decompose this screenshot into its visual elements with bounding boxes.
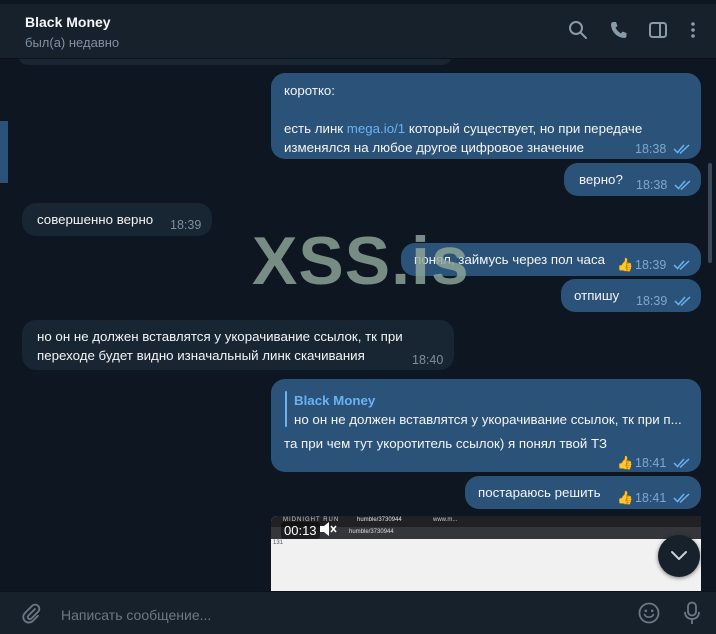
video-address: humble/3730944 xyxy=(349,529,394,535)
chat-status: был(а) недавно xyxy=(25,35,120,50)
double-check-icon xyxy=(673,458,690,469)
message-text-part: который существует, но при передаче xyxy=(405,121,643,136)
message-text: совершенно верно xyxy=(37,212,154,227)
more-icon[interactable] xyxy=(683,20,703,40)
microphone-icon[interactable] xyxy=(683,601,701,627)
video-page-text: 131 xyxy=(273,540,284,546)
message-text: та при чем тут укоротитель ссылок) я пон… xyxy=(284,436,607,451)
message-composer: Написать сообщение... xyxy=(0,591,716,634)
message-time: 18:39 xyxy=(170,218,202,232)
double-check-icon xyxy=(673,144,690,155)
message-time: 18:39 xyxy=(636,294,668,308)
scrollbar-thumb[interactable] xyxy=(708,163,712,263)
chevron-down-icon xyxy=(671,551,687,560)
message-bubble-out[interactable]: постараюсь решить 👍 18:41 xyxy=(465,476,701,509)
video-duration: 00:13 xyxy=(281,522,320,539)
message-text: есть линк mega.io/1 который существует, … xyxy=(284,119,642,138)
scroll-to-bottom-button[interactable] xyxy=(658,535,700,577)
video-message[interactable]: MIDNIGHT RUN humble/3730944 www.m... hum… xyxy=(271,516,701,591)
message-bubble-in[interactable]: но он не должен вставлятся у укорачивани… xyxy=(22,320,454,370)
message-bubble-in[interactable]: совершенно верно 18:39 xyxy=(22,203,212,236)
header-top-strip xyxy=(0,0,716,4)
message-time: 18:41 xyxy=(635,491,667,505)
reply-author[interactable]: Black Money xyxy=(294,391,375,410)
message-text: постараюсь решить xyxy=(478,485,601,500)
selection-marker xyxy=(0,121,8,183)
attach-icon[interactable] xyxy=(20,602,42,624)
message-text: переходе будет видно изначальный линк ск… xyxy=(37,348,365,363)
message-text: коротко: xyxy=(284,83,336,98)
message-time: 18:41 xyxy=(635,456,667,470)
search-icon[interactable] xyxy=(568,20,588,40)
reaction-thumbs-up[interactable]: 👍 xyxy=(617,255,633,274)
reaction-thumbs-up[interactable]: 👍 xyxy=(617,453,633,472)
message-text: верно? xyxy=(579,172,623,187)
chat-title[interactable]: Black Money xyxy=(25,14,111,30)
reply-text[interactable]: но он не должен вставлятся у укорачивани… xyxy=(294,410,682,429)
message-text: но он не должен вставлятся у укорачивани… xyxy=(37,329,403,344)
message-bubble-out[interactable]: коротко: есть линк mega.io/1 который сущ… xyxy=(271,73,701,159)
reply-quote-bar xyxy=(285,391,287,427)
double-check-icon xyxy=(674,180,691,191)
message-bubble-out[interactable]: Black Money но он не должен вставлятся у… xyxy=(271,379,701,472)
emoji-icon[interactable] xyxy=(638,602,660,624)
double-check-icon xyxy=(674,296,691,307)
chat-header: Black Money был(а) недавно xyxy=(0,0,716,59)
message-text-part: есть линк xyxy=(284,121,347,136)
message-bubble-out[interactable]: отпишу 18:39 xyxy=(561,279,701,312)
reaction-thumbs-up[interactable]: 👍 xyxy=(617,488,633,507)
message-text: отпишу xyxy=(574,288,620,303)
video-tab-label: humble/3730944 xyxy=(357,517,402,523)
message-bubble-partial xyxy=(18,59,452,65)
video-tab-label: www.m... xyxy=(433,517,458,523)
muted-speaker-icon[interactable] xyxy=(319,521,337,537)
phone-icon[interactable] xyxy=(609,20,629,40)
message-time: 18:38 xyxy=(635,142,667,156)
message-input[interactable]: Написать сообщение... xyxy=(61,607,211,623)
message-time: 18:40 xyxy=(412,353,444,367)
watermark: XSS.is xyxy=(252,223,470,299)
message-bubble-out[interactable]: верно? 18:38 xyxy=(564,163,701,196)
double-check-icon xyxy=(673,260,690,271)
sidebar-toggle-icon[interactable] xyxy=(648,20,668,40)
message-time: 18:38 xyxy=(636,178,668,192)
double-check-icon xyxy=(673,493,690,504)
message-link[interactable]: mega.io/1 xyxy=(347,121,405,136)
message-list[interactable]: коротко: есть линк mega.io/1 который сущ… xyxy=(0,59,716,591)
message-text: изменялся на любое другое цифровое значе… xyxy=(284,140,585,155)
message-time: 18:39 xyxy=(635,258,667,272)
